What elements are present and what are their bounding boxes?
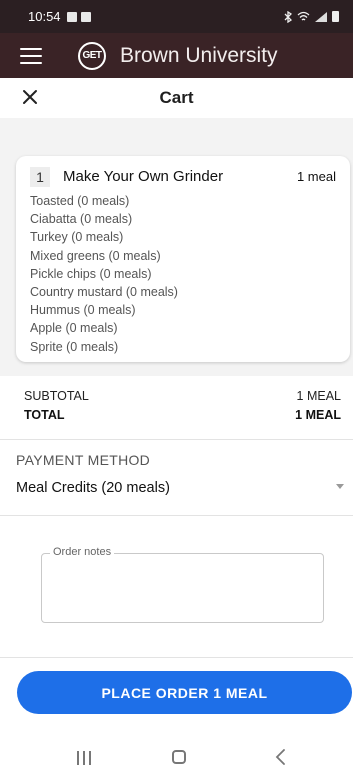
calendar-icon (66, 11, 77, 22)
cart-header: Cart (0, 78, 353, 118)
modifier-item: Country mustard (0 meals) (30, 285, 178, 300)
total-label: TOTAL (24, 408, 65, 422)
payment-method-value: Meal Credits (20 meals) (16, 480, 170, 496)
item-price: 1 meal (296, 169, 336, 184)
total-value: 1 MEAL (295, 408, 341, 422)
divider (0, 515, 353, 516)
subtotal-label: SUBTOTAL (24, 389, 89, 403)
divider (0, 439, 353, 440)
modifier-item: Pickle chips (0 meals) (30, 266, 152, 281)
bluetooth-icon (284, 10, 293, 23)
modifier-item: Mixed greens (0 meals) (30, 248, 161, 263)
order-totals: SUBTOTAL 1 MEAL TOTAL 1 MEAL (0, 376, 353, 422)
image-icon (80, 11, 91, 22)
modifier-item: Apple (0 meals) (30, 321, 118, 336)
divider (0, 657, 353, 658)
get-logo: GET (78, 41, 106, 70)
home-icon[interactable] (172, 750, 186, 764)
system-nav-bar (0, 735, 353, 780)
hamburger-menu-icon[interactable] (20, 47, 42, 64)
page-title: Cart (159, 88, 194, 107)
item-name: Make Your Own Grinder (63, 168, 224, 185)
payment-method-label: PAYMENT METHOD (16, 452, 151, 468)
order-notes-label: Order notes (50, 546, 115, 558)
back-icon[interactable] (274, 748, 288, 766)
item-quantity: 1 (30, 167, 50, 187)
cell-signal-icon (315, 11, 327, 22)
total-row: TOTAL 1 MEAL (0, 408, 353, 422)
item-modifiers: Toasted (0 meals) Ciabatta (0 meals) Tur… (30, 192, 178, 356)
battery-icon (332, 11, 339, 22)
place-order-button[interactable]: PLACE ORDER 1 MEAL (17, 671, 352, 714)
wifi-icon (297, 11, 310, 21)
notification-icons (66, 11, 91, 22)
modifier-item: Hummus (0 meals) (30, 303, 136, 318)
payment-method-select[interactable]: Meal Credits (20 meals) (16, 480, 346, 504)
app-title: Brown University (120, 43, 278, 67)
recents-icon[interactable] (77, 751, 91, 765)
cart-item-card[interactable]: 1 Make Your Own Grinder 1 meal Toasted (… (16, 156, 350, 362)
modifier-item: Ciabatta (0 meals) (30, 212, 133, 227)
status-indicators (283, 10, 339, 23)
dropdown-caret-icon (336, 484, 344, 489)
modifier-item: Toasted (0 meals) (30, 194, 130, 208)
subtotal-value: 1 MEAL (296, 389, 341, 403)
status-bar: 10:54 (0, 0, 353, 33)
order-notes-field[interactable]: Order notes (41, 546, 324, 623)
subtotal-row: SUBTOTAL 1 MEAL (0, 389, 353, 403)
app-bar: GET Brown University (0, 33, 353, 78)
status-time: 10:54 (28, 9, 61, 24)
close-icon[interactable] (20, 87, 40, 107)
modifier-item: Turkey (0 meals) (30, 230, 124, 245)
modifier-item: Sprite (0 meals) (30, 339, 119, 354)
